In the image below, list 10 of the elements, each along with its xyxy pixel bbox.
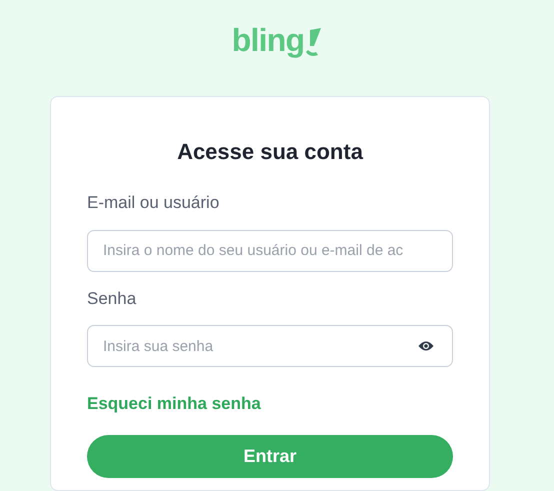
- card-title: Acesse sua conta: [176, 138, 364, 166]
- input-field[interactable]: Insira o nome do seu usuário ou e-mail de ac: [87, 230, 453, 272]
- eye-icon[interactable]: [418, 340, 434, 352]
- forgot-password-link[interactable]: Esqueci minha senha: [87, 391, 261, 416]
- field-label: E-mail ou usuário: [87, 192, 220, 214]
- password-field[interactable]: Insira sua senha: [87, 325, 453, 367]
- login-button[interactable]: Entrar: [87, 434, 453, 478]
- logo-text: bling: [232, 24, 304, 56]
- exclamation-icon: [304, 28, 322, 58]
- field-label: Senha: [87, 288, 138, 310]
